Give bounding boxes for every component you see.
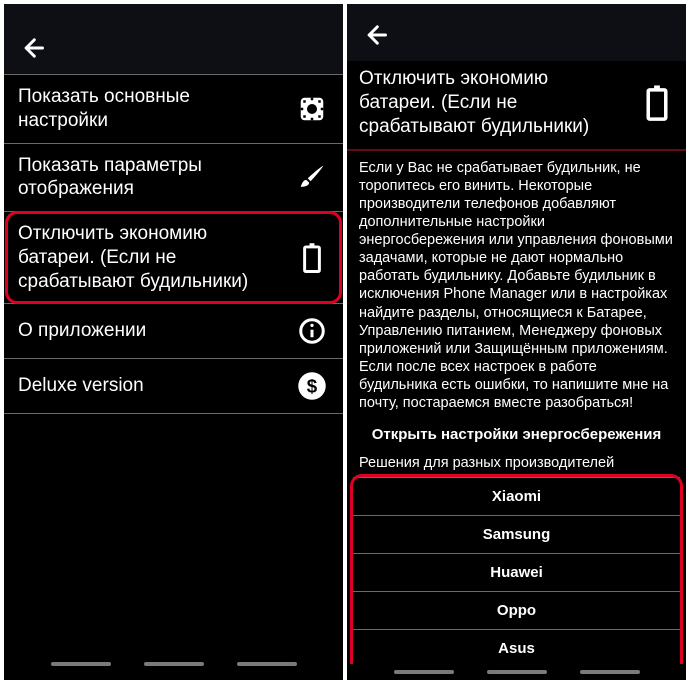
detail-body: Если у Вас не срабатывает будильник, не …	[347, 151, 686, 417]
settings-item-deluxe[interactable]: Deluxe version $	[4, 359, 343, 414]
svg-text:$: $	[307, 376, 318, 397]
info-icon	[295, 314, 329, 348]
settings-item-basic[interactable]: Показать основные настройки	[4, 74, 343, 144]
nav-back[interactable]	[580, 670, 640, 674]
settings-item-about[interactable]: О приложении	[4, 304, 343, 359]
nav-home[interactable]	[144, 662, 204, 666]
nav-back[interactable]	[237, 662, 297, 666]
vendor-xiaomi[interactable]: Xiaomi	[353, 477, 680, 516]
open-power-settings-link[interactable]: Открыть настройки энергосбережения	[347, 416, 686, 449]
status-bar	[347, 4, 686, 11]
nav-bar	[4, 648, 343, 680]
vendor-samsung[interactable]: Samsung	[353, 516, 680, 554]
vendor-oppo[interactable]: Oppo	[353, 592, 680, 630]
status-bar	[4, 4, 343, 24]
back-button[interactable]	[361, 21, 672, 49]
top-bar	[4, 24, 343, 74]
settings-item-label: О приложении	[18, 319, 285, 343]
battery-icon	[640, 86, 674, 120]
settings-item-label: Показать параметры отображения	[18, 154, 285, 202]
screen-battery-detail: Отключить экономию батареи. (Если не сра…	[347, 4, 686, 680]
vendor-asus[interactable]: Asus	[353, 630, 680, 663]
battery-icon	[295, 241, 329, 275]
settings-item-label: Показать основные настройки	[18, 85, 285, 133]
top-bar	[347, 11, 686, 61]
vendor-list-wrap: Xiaomi Samsung Huawei Oppo Asus	[353, 477, 680, 663]
brush-icon	[295, 160, 329, 194]
vendor-list: Xiaomi Samsung Huawei Oppo Asus	[353, 477, 680, 663]
settings-item-label: Deluxe version	[18, 374, 285, 398]
nav-recent[interactable]	[394, 670, 454, 674]
settings-item-display[interactable]: Показать параметры отображения	[4, 144, 343, 213]
settings-item-label: Отключить экономию батареи. (Если не сра…	[18, 222, 285, 293]
settings-item-battery[interactable]: Отключить экономию батареи. (Если не сра…	[4, 212, 343, 304]
screen-settings-list: Показать основные настройки Показать пар…	[4, 4, 343, 680]
solutions-label: Решения для разных производителей	[347, 449, 686, 477]
dollar-icon: $	[295, 369, 329, 403]
nav-home[interactable]	[487, 670, 547, 674]
vendor-huawei[interactable]: Huawei	[353, 554, 680, 592]
detail-header: Отключить экономию батареи. (Если не сра…	[347, 61, 686, 150]
nav-bar	[347, 663, 686, 680]
nav-recent[interactable]	[51, 662, 111, 666]
gear-icon	[295, 92, 329, 126]
settings-list: Показать основные настройки Показать пар…	[4, 74, 343, 414]
detail-title: Отключить экономию батареи. (Если не сра…	[359, 67, 628, 138]
back-button[interactable]	[18, 34, 329, 62]
